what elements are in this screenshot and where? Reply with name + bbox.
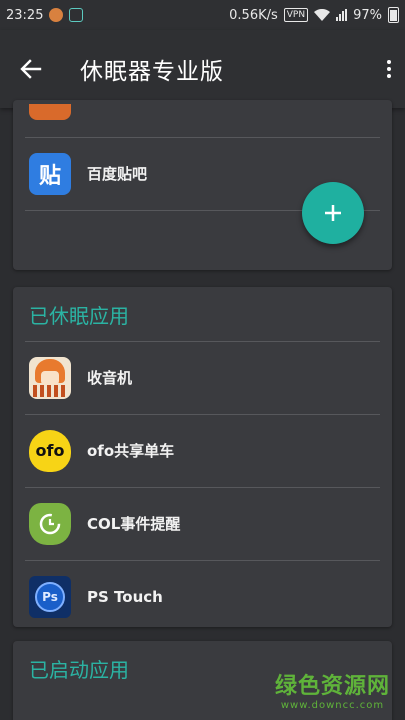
app-label: PS Touch: [87, 587, 163, 606]
battery-icon: [388, 7, 399, 23]
hibernated-apps-card: 已休眠应用 收音机 ofo ofo共享单车 COL事件提醒 Ps PS Touc…: [13, 287, 392, 627]
app-label: 收音机: [87, 369, 133, 387]
ofo-icon: ofo: [29, 429, 71, 472]
app-label: ofo共享单车: [87, 442, 175, 460]
section-title-hibernated: 已休眠应用: [29, 303, 129, 328]
watermark-title: 绿色资源网: [274, 674, 390, 699]
status-time: 23:25: [6, 7, 44, 23]
battery-percent: 97%: [353, 7, 382, 23]
add-button[interactable]: [302, 182, 364, 244]
wifi-icon: [314, 9, 331, 21]
app-bar: 休眠器专业版: [0, 30, 405, 108]
page-title: 休眠器专业版: [80, 59, 224, 85]
list-item[interactable]: COL事件提醒: [13, 487, 392, 560]
divider: [25, 487, 380, 488]
partial-app-icon: [29, 104, 71, 120]
vpn-badge: VPN: [283, 8, 309, 22]
divider: [25, 341, 380, 342]
tieba-icon: 贴: [29, 152, 71, 195]
screen-icon: [69, 8, 84, 22]
app-label: 百度贴吧: [87, 165, 148, 183]
network-speed: 0.56K/s: [229, 7, 278, 23]
avatar-icon: [49, 8, 64, 22]
app-label: COL事件提醒: [87, 515, 181, 533]
back-button[interactable]: [0, 30, 62, 108]
list-item[interactable]: 收音机: [13, 341, 392, 414]
back-arrow-icon: [20, 59, 42, 79]
list-item[interactable]: Ps PS Touch: [13, 560, 392, 633]
divider: [25, 137, 380, 138]
col-reminder-icon: [29, 502, 71, 545]
radio-app-icon: [29, 356, 71, 399]
divider: [25, 414, 380, 415]
watermark-url: www.downcc.com: [280, 700, 385, 711]
divider: [25, 560, 380, 561]
more-options-button[interactable]: [387, 60, 391, 78]
ps-touch-icon: Ps: [29, 575, 71, 618]
more-vertical-icon: [387, 60, 391, 64]
signal-icon: [336, 9, 348, 21]
list-item[interactable]: ofo ofo共享单车: [13, 414, 392, 487]
status-bar: 23:25 0.56K/s VPN 97%: [0, 0, 405, 30]
watermark: 绿色资源网 www.downcc.com: [270, 668, 395, 716]
plus-icon: [325, 205, 341, 221]
